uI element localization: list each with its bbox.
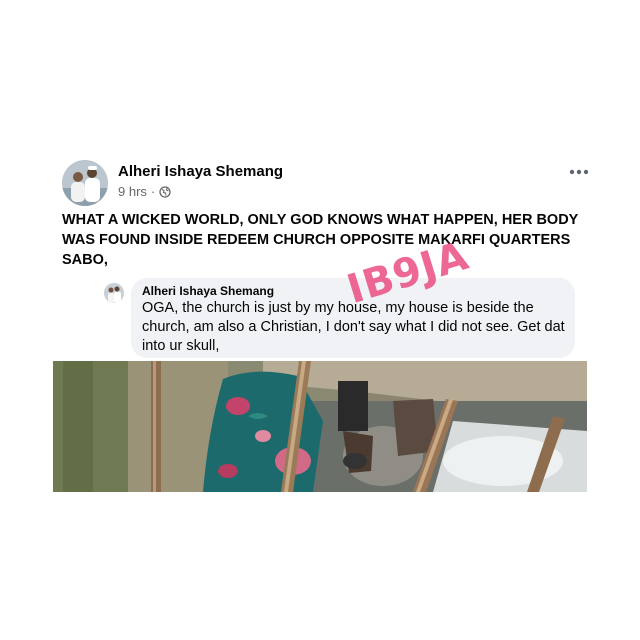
post-time[interactable]: 9 hrs bbox=[118, 184, 147, 199]
profile-avatar[interactable] bbox=[62, 160, 108, 206]
comment-avatar-photo bbox=[104, 283, 124, 303]
more-options-button[interactable] bbox=[566, 164, 592, 180]
avatar-photo bbox=[62, 160, 108, 206]
comment-bubble: Alheri Ishaya Shemang OGA, the church is… bbox=[131, 278, 575, 358]
post-author-name[interactable]: Alheri Ishaya Shemang bbox=[118, 163, 283, 180]
photo-image bbox=[53, 361, 587, 492]
comment-avatar[interactable] bbox=[104, 283, 124, 303]
post-photo[interactable] bbox=[53, 361, 587, 492]
meta-separator: · bbox=[150, 184, 156, 199]
comment-author-name[interactable]: Alheri Ishaya Shemang bbox=[142, 284, 274, 298]
globe-icon bbox=[159, 185, 171, 198]
more-options-icon bbox=[569, 169, 589, 175]
post-body-text: WHAT A WICKED WORLD, ONLY GOD KNOWS WHAT… bbox=[62, 212, 579, 268]
post-meta: 9 hrs · bbox=[118, 184, 171, 199]
comment-text: OGA, the church is just by my house, my … bbox=[142, 300, 565, 354]
